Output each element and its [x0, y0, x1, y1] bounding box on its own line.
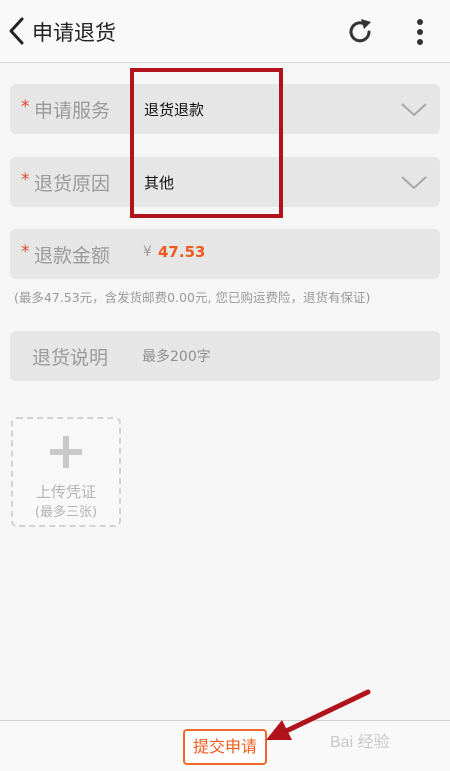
service-value: 退货退款: [144, 101, 205, 119]
chevron-down-icon: [401, 103, 427, 117]
service-select[interactable]: * 申请服务 退货退款: [10, 84, 440, 134]
chevron-down-icon: [401, 176, 427, 190]
refresh-icon[interactable]: [344, 16, 376, 48]
service-label: 申请服务: [34, 100, 111, 122]
plus-icon: [50, 436, 82, 468]
required-mark: *: [21, 170, 30, 190]
required-mark: *: [21, 242, 30, 262]
page-title: 申请退货: [32, 21, 116, 45]
reason-label: 退货原因: [34, 173, 111, 195]
reason-value: 其他: [144, 174, 175, 192]
description-placeholder: 最多200字: [142, 349, 211, 365]
refund-amount-field[interactable]: * 退款金额 ¥ 47.53: [10, 229, 440, 279]
description-label: 退货说明: [32, 347, 109, 369]
upload-limit: (最多三张): [34, 505, 98, 520]
more-vertical-icon[interactable]: [408, 16, 432, 48]
submit-button[interactable]: 提交申请: [183, 729, 267, 765]
reason-select[interactable]: * 退货原因 其他: [10, 157, 440, 207]
currency-symbol: ¥: [143, 244, 152, 260]
app-header: 申请退货: [0, 0, 450, 63]
refund-label: 退款金额: [34, 245, 111, 267]
refund-note: (最多47.53元，含发货邮费0.00元, 您已购运费险，退货有保证): [14, 290, 371, 305]
upload-voucher-button[interactable]: 上传凭证 (最多三张): [11, 417, 121, 527]
watermark-logo: Bai 经验: [330, 734, 390, 751]
chevron-left-icon[interactable]: [6, 16, 28, 46]
upload-label: 上传凭证: [35, 483, 96, 501]
description-input[interactable]: 退货说明 最多200字: [10, 331, 440, 381]
required-mark: *: [21, 97, 30, 117]
refund-amount-value: 47.53: [158, 243, 206, 261]
